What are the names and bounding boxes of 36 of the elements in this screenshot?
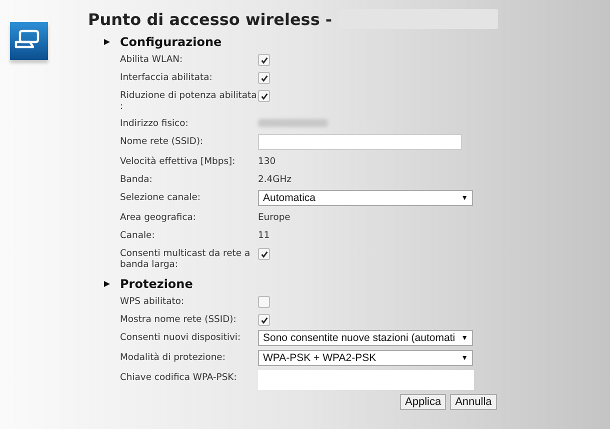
field-label: Chiave codifica WPA-PSK: — [120, 371, 238, 383]
field-value: 2.4GHz — [258, 173, 292, 185]
field-label: Interfaccia abilitata: — [120, 71, 214, 83]
checkbox[interactable] — [258, 54, 270, 66]
field-label: Canale: — [120, 229, 156, 241]
field-label: Selezione canale: — [120, 191, 202, 203]
blurred-value — [258, 119, 328, 127]
field-label: Modalità di protezione: — [120, 351, 226, 363]
page-title: Punto di accesso wireless - — [88, 10, 332, 28]
input-field[interactable] — [258, 134, 462, 150]
field-label: Banda: — [120, 173, 154, 185]
cancel-button[interactable]: Annulla — [450, 394, 497, 410]
field-value: 11 — [258, 229, 270, 241]
triangle-icon — [104, 39, 110, 45]
field-label: Nome rete (SSID): — [120, 135, 204, 147]
field-value: 130 — [258, 155, 276, 167]
section-heading: Configurazione — [120, 35, 222, 49]
field-label: Consenti multicast da rete a banda larga: — [120, 247, 252, 270]
field-label: Indirizzo fisico: — [120, 117, 190, 129]
field-label: Mostra nome rete (SSID): — [120, 313, 238, 325]
field-label: Velocità effettiva [Mbps]: — [120, 155, 236, 167]
field-label: WPS abilitato: — [120, 295, 186, 307]
field-value: Europe — [258, 211, 290, 223]
field-label: Consenti nuovi dispositivi: — [120, 331, 242, 343]
checkbox[interactable] — [258, 248, 270, 260]
checkbox[interactable] — [258, 314, 270, 326]
network-devices-icon — [10, 22, 48, 60]
field-label: Area geografica: — [120, 211, 197, 223]
checkbox[interactable] — [258, 72, 270, 84]
checkbox[interactable] — [258, 90, 270, 102]
section-heading: Protezione — [120, 277, 193, 291]
triangle-icon — [104, 281, 110, 287]
field-label: Abilita WLAN: — [120, 53, 184, 65]
apply-button[interactable]: Applica — [400, 394, 446, 410]
field-label: Riduzione di potenza abilitata : — [120, 89, 258, 112]
checkbox[interactable] — [258, 296, 270, 308]
